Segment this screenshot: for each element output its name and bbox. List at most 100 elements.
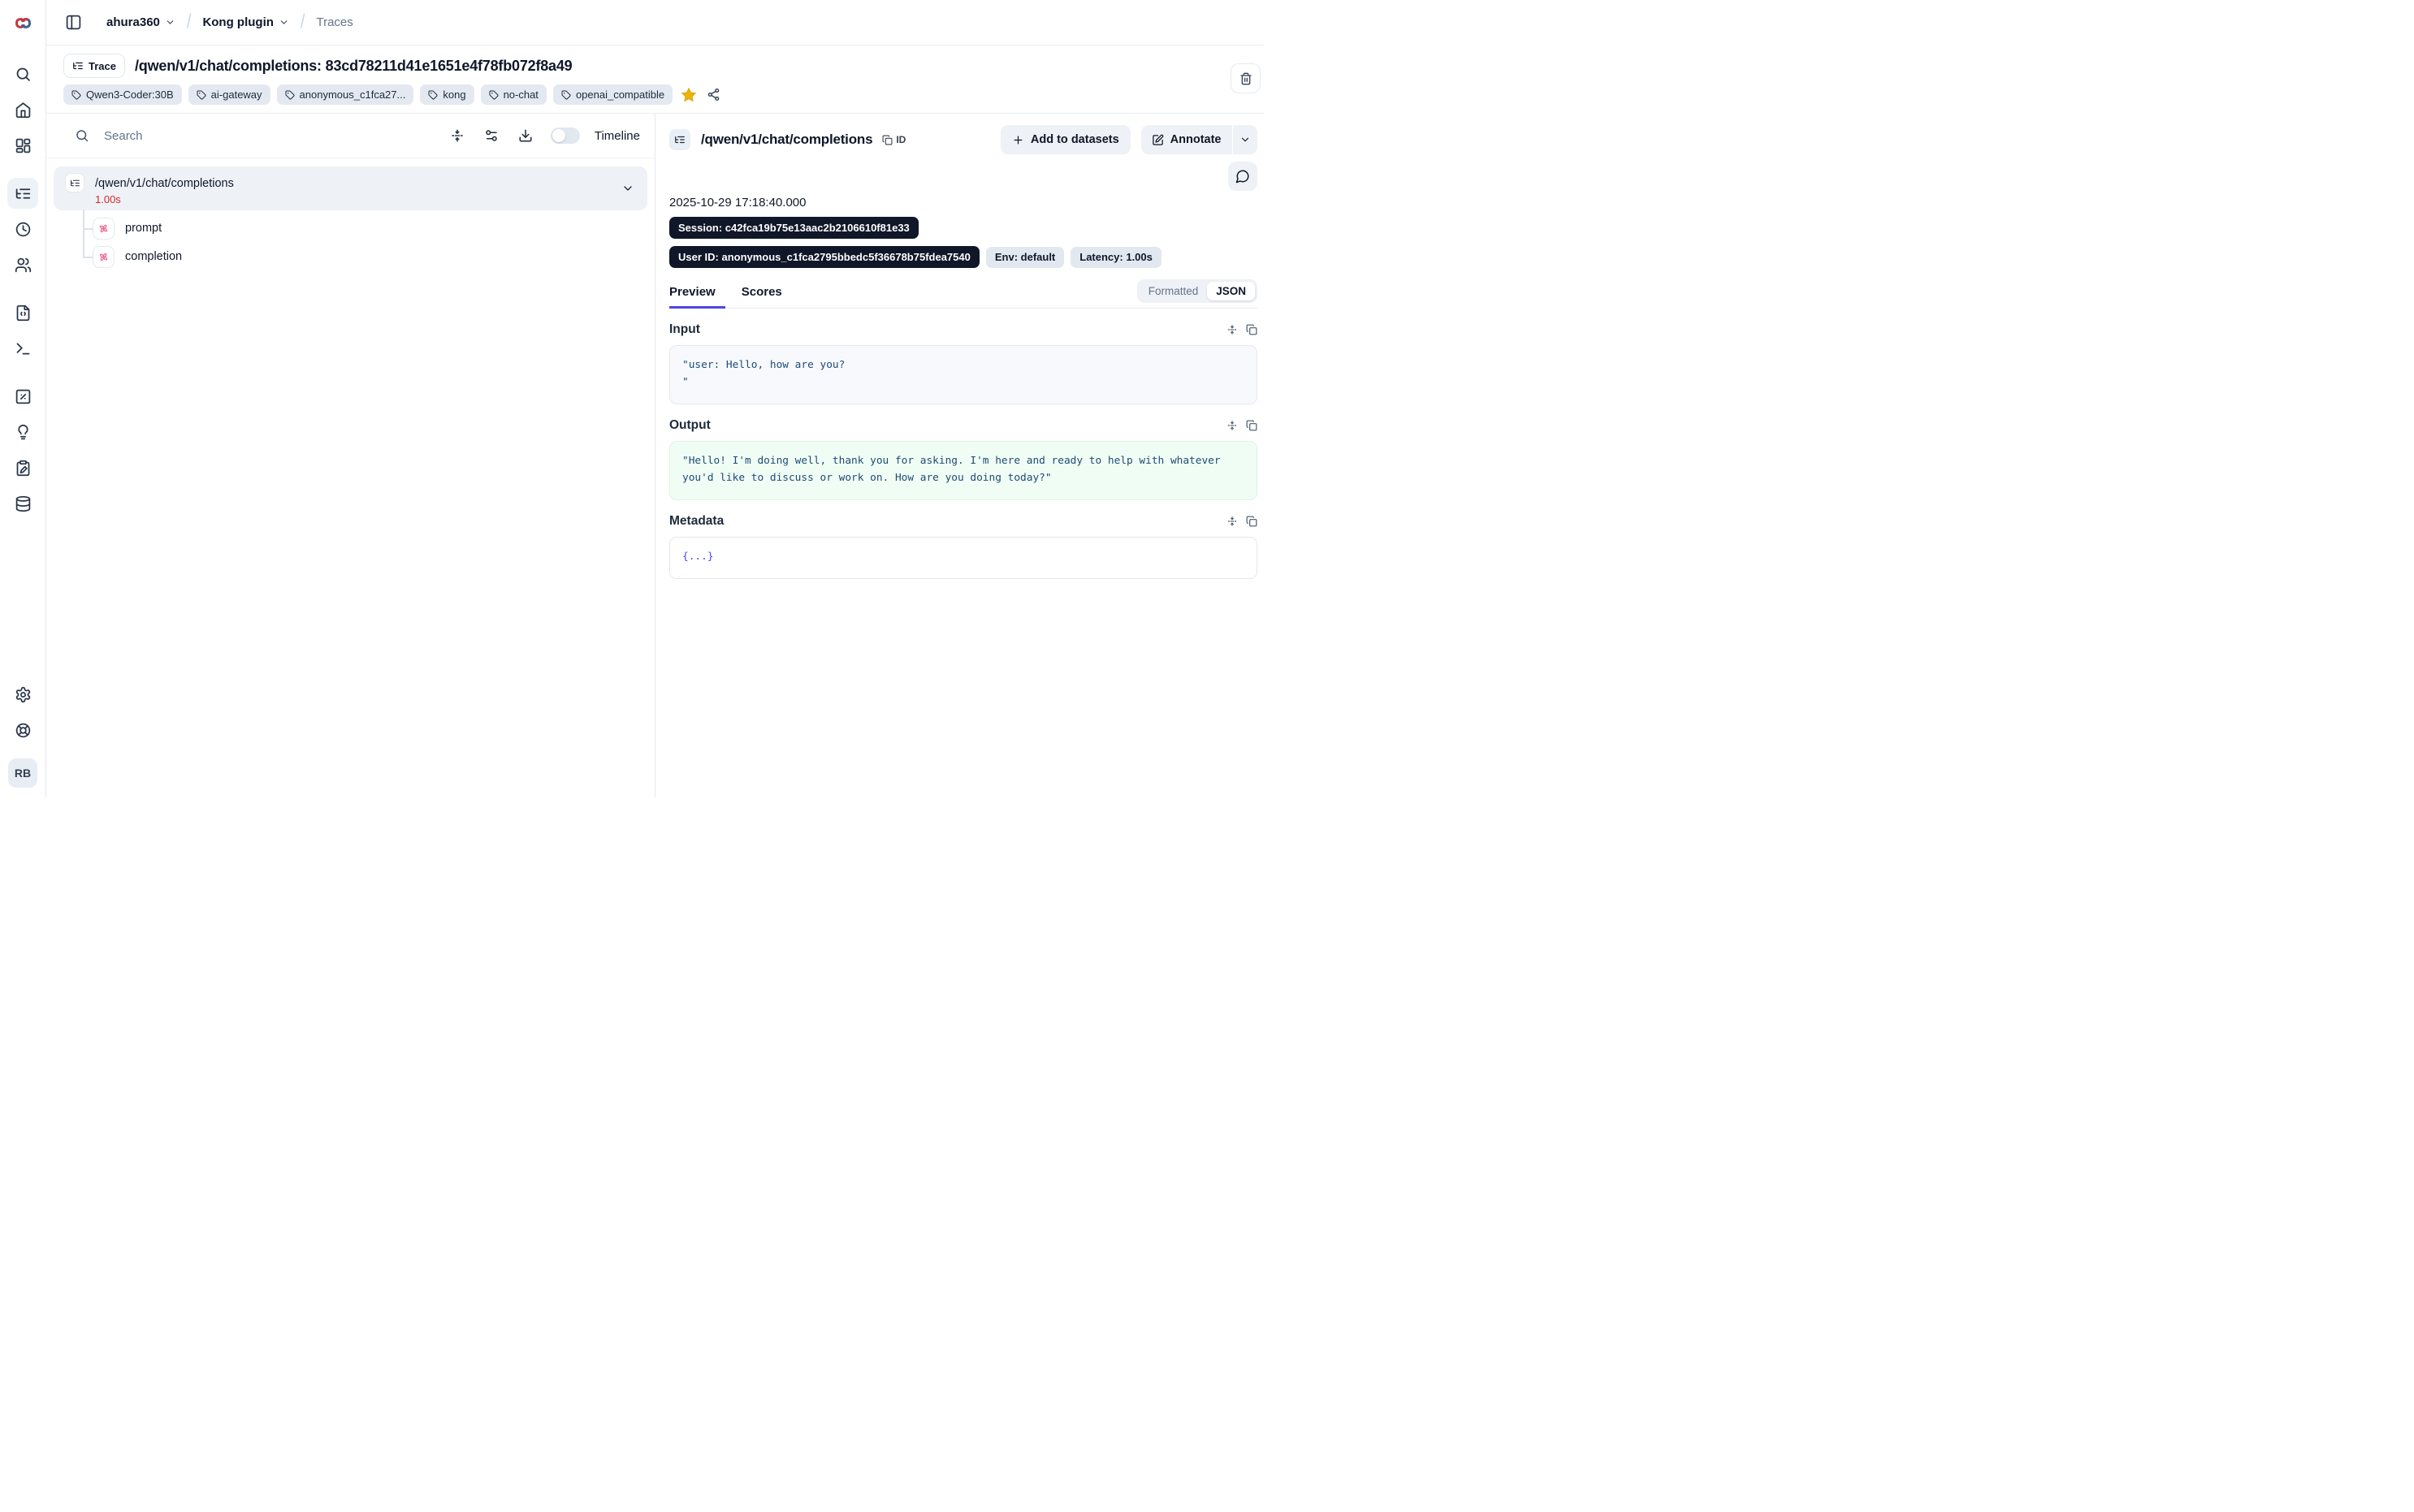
page-title: /qwen/v1/chat/completions: 83cd78211d41e… [135,58,573,75]
comments-button[interactable] [1228,162,1257,191]
tree-icon [72,60,84,71]
copy-metadata-button[interactable] [1246,516,1257,527]
home-icon [15,102,32,119]
search-icon [15,66,32,83]
copy-icon [1246,324,1257,335]
sidebar-item-settings[interactable] [7,679,38,710]
tag-list: Qwen3-Coder:30B ai-gateway anonymous_c1f… [63,84,1254,105]
sidebar-item-llm-judge[interactable] [7,417,38,447]
session-badge[interactable]: Session: c42fca19b75e13aac2b2106610f81e3… [669,217,919,239]
event-pinwheel-icon [97,250,110,264]
sidebar-item-tracing[interactable] [7,178,38,209]
sidebar-item-sessions[interactable] [7,214,38,244]
collapse-output-button[interactable] [1226,420,1238,431]
sidebar-item-users[interactable] [7,249,38,280]
clipboard-pen-icon [15,460,32,477]
tree-toolbar: Timeline [46,114,655,158]
tag-label: openai_compatible [576,89,664,101]
fold-vertical-icon [1226,420,1238,431]
sidebar-item-datasets[interactable] [7,488,38,519]
tree-root-duration: 1.00s [95,192,234,207]
user-avatar[interactable]: RB [8,758,37,788]
copy-output-button[interactable] [1246,420,1257,431]
tag-icon [197,90,206,100]
breadcrumb-page[interactable]: Traces [316,15,353,29]
sidebar-item-dashboard[interactable] [7,130,38,161]
trace-type-label: Trace [89,60,116,72]
org-logo[interactable] [0,0,46,45]
metadata-content-box[interactable]: {...} [669,537,1257,579]
annotate-button[interactable]: Annotate [1141,125,1232,154]
sidebar-toggle-button[interactable] [59,9,87,37]
tag-chip[interactable]: ai-gateway [188,84,270,105]
main-column: ahura360 / Kong plugin / Traces Trace /q [46,0,1264,797]
tag-icon [561,90,571,100]
tree-settings-button[interactable] [478,122,505,149]
json-toggle-option[interactable]: JSON [1207,282,1255,300]
sidebar-item-playground[interactable] [7,333,38,364]
tree-root-row[interactable]: /qwen/v1/chat/completions 1.00s [54,166,647,210]
collapse-node-button[interactable] [621,182,634,195]
sidebar-item-evaluation[interactable] [7,381,38,412]
tag-icon [71,90,81,100]
lifebuoy-icon [15,722,32,739]
copy-icon [1246,420,1257,431]
collapse-input-button[interactable] [1226,324,1238,335]
content-area: Timeline /qwen/v1/chat/completions 1.00s [46,114,1264,797]
tab-preview[interactable]: Preview [669,282,724,308]
database-icon [15,495,32,512]
trash-icon [1239,72,1252,85]
formatted-toggle-option[interactable]: Formatted [1140,282,1208,300]
sidebar-item-search[interactable] [7,58,38,89]
tag-chip[interactable]: kong [420,84,474,105]
tag-chip[interactable]: no-chat [481,84,547,105]
user-id-badge[interactable]: User ID: anonymous_c1fca2795bbedc5f36678… [669,246,980,268]
toggle-knob [552,129,565,142]
tag-chip[interactable]: openai_compatible [553,84,673,105]
share-button[interactable] [705,88,722,102]
annotate-label: Annotate [1170,133,1222,146]
tag-icon [285,90,295,100]
tag-label: ai-gateway [211,89,262,101]
tree-child-row-prompt[interactable]: prompt [93,214,647,242]
app-root: RB ahura360 / Kong plugin / Traces [0,0,1264,797]
trace-type-badge: Trace [63,54,125,78]
fold-vertical-icon [1226,516,1238,527]
copy-input-button[interactable] [1246,324,1257,335]
output-section-title: Output [669,418,711,433]
tag-chip[interactable]: anonymous_c1fca27... [277,84,414,105]
star-icon [681,87,697,103]
share-icon [707,88,720,102]
sidebar-item-support[interactable] [7,715,38,745]
chevron-down-icon [165,17,175,28]
trace-title-bar: Trace /qwen/v1/chat/completions: 83cd782… [46,45,1264,114]
sidebar-item-annotation[interactable] [7,452,38,483]
tree-child-row-completion[interactable]: completion [93,243,647,270]
tag-chip[interactable]: Qwen3-Coder:30B [63,84,182,105]
search-input[interactable] [104,129,437,143]
knot-logo-icon [12,12,34,34]
event-node-badge [93,246,115,268]
add-to-datasets-button[interactable]: Add to datasets [1001,125,1131,154]
input-content-box: "user: Hello, how are you? " [669,345,1257,404]
bookmark-star-button[interactable] [679,87,699,103]
id-label: ID [896,134,906,145]
tab-scores[interactable]: Scores [742,282,790,308]
panel-left-icon [65,14,82,31]
breadcrumb-project-selector[interactable]: Kong plugin [202,15,288,29]
breadcrumb-org-selector[interactable]: ahura360 [106,15,175,29]
top-nav: ahura360 / Kong plugin / Traces [46,0,1264,45]
sidebar-item-home[interactable] [7,94,38,125]
sidebar-item-prompts[interactable] [7,297,38,328]
download-button[interactable] [512,122,539,149]
collapse-all-button[interactable] [443,122,471,149]
tag-label: anonymous_c1fca27... [300,89,406,101]
search-icon [75,128,89,143]
delete-trace-button[interactable] [1231,63,1261,93]
metadata-section-title: Metadata [669,514,724,529]
annotate-dropdown-button[interactable] [1233,125,1257,154]
collapse-metadata-button[interactable] [1226,516,1238,527]
copy-id-button[interactable]: ID [882,134,906,145]
copy-icon [882,135,893,145]
timeline-toggle[interactable] [551,127,580,144]
